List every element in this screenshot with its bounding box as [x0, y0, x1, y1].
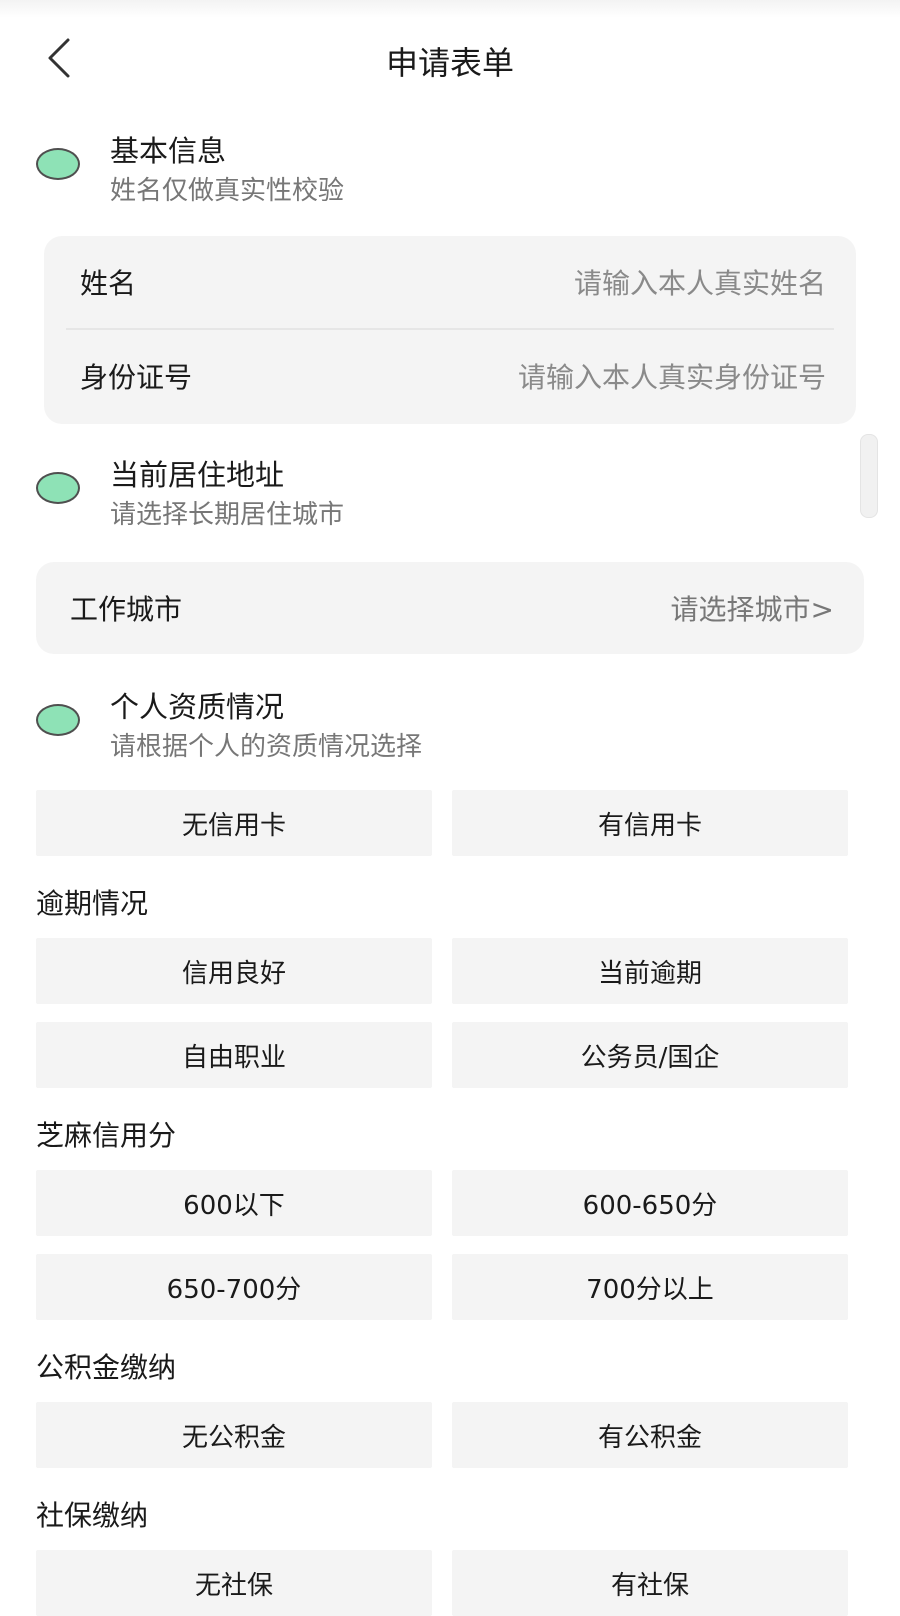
- section-subtitle: 请根据个人的资质情况选择: [110, 732, 423, 762]
- option-good-credit[interactable]: 信用良好: [36, 938, 432, 1004]
- option-no-credit-card[interactable]: 无信用卡: [36, 790, 432, 856]
- option-score-below-600[interactable]: 600以下: [36, 1170, 432, 1236]
- app-header: 申请表单: [0, 18, 900, 98]
- section-subtitle: 姓名仅做真实性校验: [110, 176, 345, 206]
- section-indicator-icon: [36, 704, 80, 736]
- city-select-value[interactable]: 请选择城市>: [671, 588, 834, 628]
- work-city-label: 工作城市: [70, 593, 183, 626]
- page-title: 申请表单: [385, 44, 514, 82]
- option-freelancer[interactable]: 自由职业: [36, 1022, 432, 1088]
- option-score-650-700[interactable]: 650-700分: [36, 1254, 432, 1320]
- section-address: 当前居住地址 请选择长期居住城市: [36, 452, 856, 532]
- section-basic-info: 基本信息 姓名仅做真实性校验: [36, 128, 856, 208]
- social-security-label: 社保缴纳: [36, 1499, 149, 1532]
- sesame-score-label: 芝麻信用分: [36, 1119, 177, 1152]
- option-score-600-650[interactable]: 600-650分: [452, 1170, 848, 1236]
- section-title: 基本信息: [110, 134, 227, 168]
- name-label: 姓名: [80, 267, 137, 300]
- section-qualification: 个人资质情况 请根据个人的资质情况选择: [36, 684, 856, 764]
- option-has-housing-fund[interactable]: 有公积金: [452, 1402, 848, 1468]
- housing-fund-label: 公积金缴纳: [36, 1351, 177, 1384]
- name-row: 姓名: [44, 236, 856, 328]
- option-civil-servant[interactable]: 公务员/国企: [452, 1022, 848, 1088]
- overdue-label: 逾期情况: [36, 887, 149, 920]
- option-has-social-security[interactable]: 有社保: [452, 1550, 848, 1616]
- section-title: 当前居住地址: [110, 458, 285, 492]
- scrollbar-thumb[interactable]: [860, 434, 878, 518]
- section-title: 个人资质情况: [110, 690, 285, 724]
- option-score-above-700[interactable]: 700分以上: [452, 1254, 848, 1320]
- id-row: 身份证号: [44, 330, 856, 422]
- section-indicator-icon: [36, 148, 80, 180]
- option-no-housing-fund[interactable]: 无公积金: [36, 1402, 432, 1468]
- basic-info-card: 姓名 身份证号: [44, 236, 856, 424]
- status-bar-edge: [0, 0, 900, 18]
- work-city-row[interactable]: 工作城市 请选择城市>: [36, 562, 864, 654]
- id-label: 身份证号: [80, 361, 193, 394]
- option-no-social-security[interactable]: 无社保: [36, 1550, 432, 1616]
- id-number-input[interactable]: [364, 346, 828, 408]
- section-subtitle: 请选择长期居住城市: [110, 500, 345, 530]
- option-current-overdue[interactable]: 当前逾期: [452, 938, 848, 1004]
- section-indicator-icon: [36, 472, 80, 504]
- name-input[interactable]: [364, 252, 828, 314]
- option-has-credit-card[interactable]: 有信用卡: [452, 790, 848, 856]
